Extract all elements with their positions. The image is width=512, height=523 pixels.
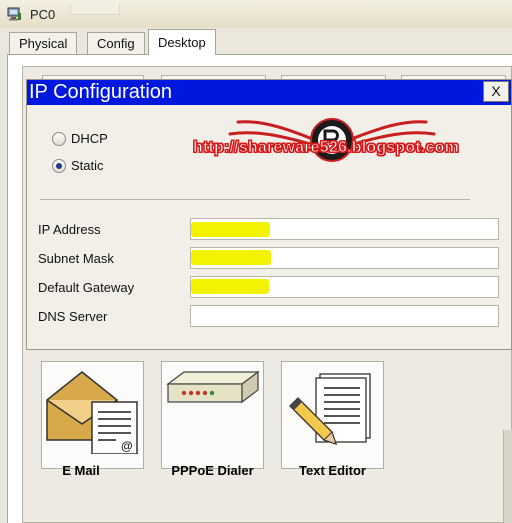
pppoe-dialer-icon [166, 370, 260, 404]
text-editor-app[interactable] [281, 361, 384, 469]
email-icon: @ [46, 371, 138, 455]
obscured-label [296, 344, 368, 350]
window-title-bar[interactable]: PC0 [0, 0, 512, 29]
separator [40, 199, 470, 200]
default-gateway-input[interactable] [190, 276, 499, 298]
close-button[interactable]: X [483, 81, 509, 102]
window-title: PC0 [30, 7, 56, 22]
tab-desktop[interactable]: Desktop [148, 29, 216, 55]
watermark-url: http://shareware526.blogspot.com [192, 139, 460, 157]
text-editor-icon [289, 373, 371, 446]
dhcp-radio[interactable] [52, 132, 66, 146]
static-radio[interactable] [52, 159, 66, 173]
radio-selected-dot [56, 163, 62, 169]
svg-text:@: @ [121, 439, 133, 453]
vertical-scrollbar[interactable] [503, 430, 512, 523]
dns-server-input[interactable] [190, 305, 499, 327]
subnet-mask-input[interactable] [190, 247, 499, 269]
subnet-mask-label: Subnet Mask [38, 251, 114, 266]
ip-address-input[interactable] [190, 218, 499, 240]
background-tab-edge [70, 4, 120, 15]
pc-icon [7, 7, 21, 21]
default-gateway-label: Default Gateway [38, 280, 135, 295]
dialog-title-bar[interactable]: IP Configuration X [27, 80, 511, 105]
tab-physical[interactable]: Physical [9, 32, 78, 54]
tab-strip: Physical Config Desktop [0, 28, 512, 55]
text-editor-label[interactable]: Text Editor [281, 463, 384, 478]
dns-server-label: DNS Server [38, 309, 108, 324]
tab-config[interactable]: Config [87, 32, 145, 54]
pppoe-dialer-label[interactable]: PPPoE Dialer [161, 463, 264, 478]
email-app[interactable]: @ [41, 361, 144, 469]
ip-address-label: IP Address [38, 222, 101, 237]
dialog-title: IP Configuration [29, 81, 173, 103]
ip-configuration-dialog: IP Configuration X DHCP Static http://sh… [26, 79, 512, 350]
pppoe-dialer-app[interactable] [161, 361, 264, 469]
static-label[interactable]: Static [71, 158, 104, 173]
email-app-label[interactable]: E Mail [41, 463, 121, 478]
dhcp-label[interactable]: DHCP [71, 131, 108, 146]
